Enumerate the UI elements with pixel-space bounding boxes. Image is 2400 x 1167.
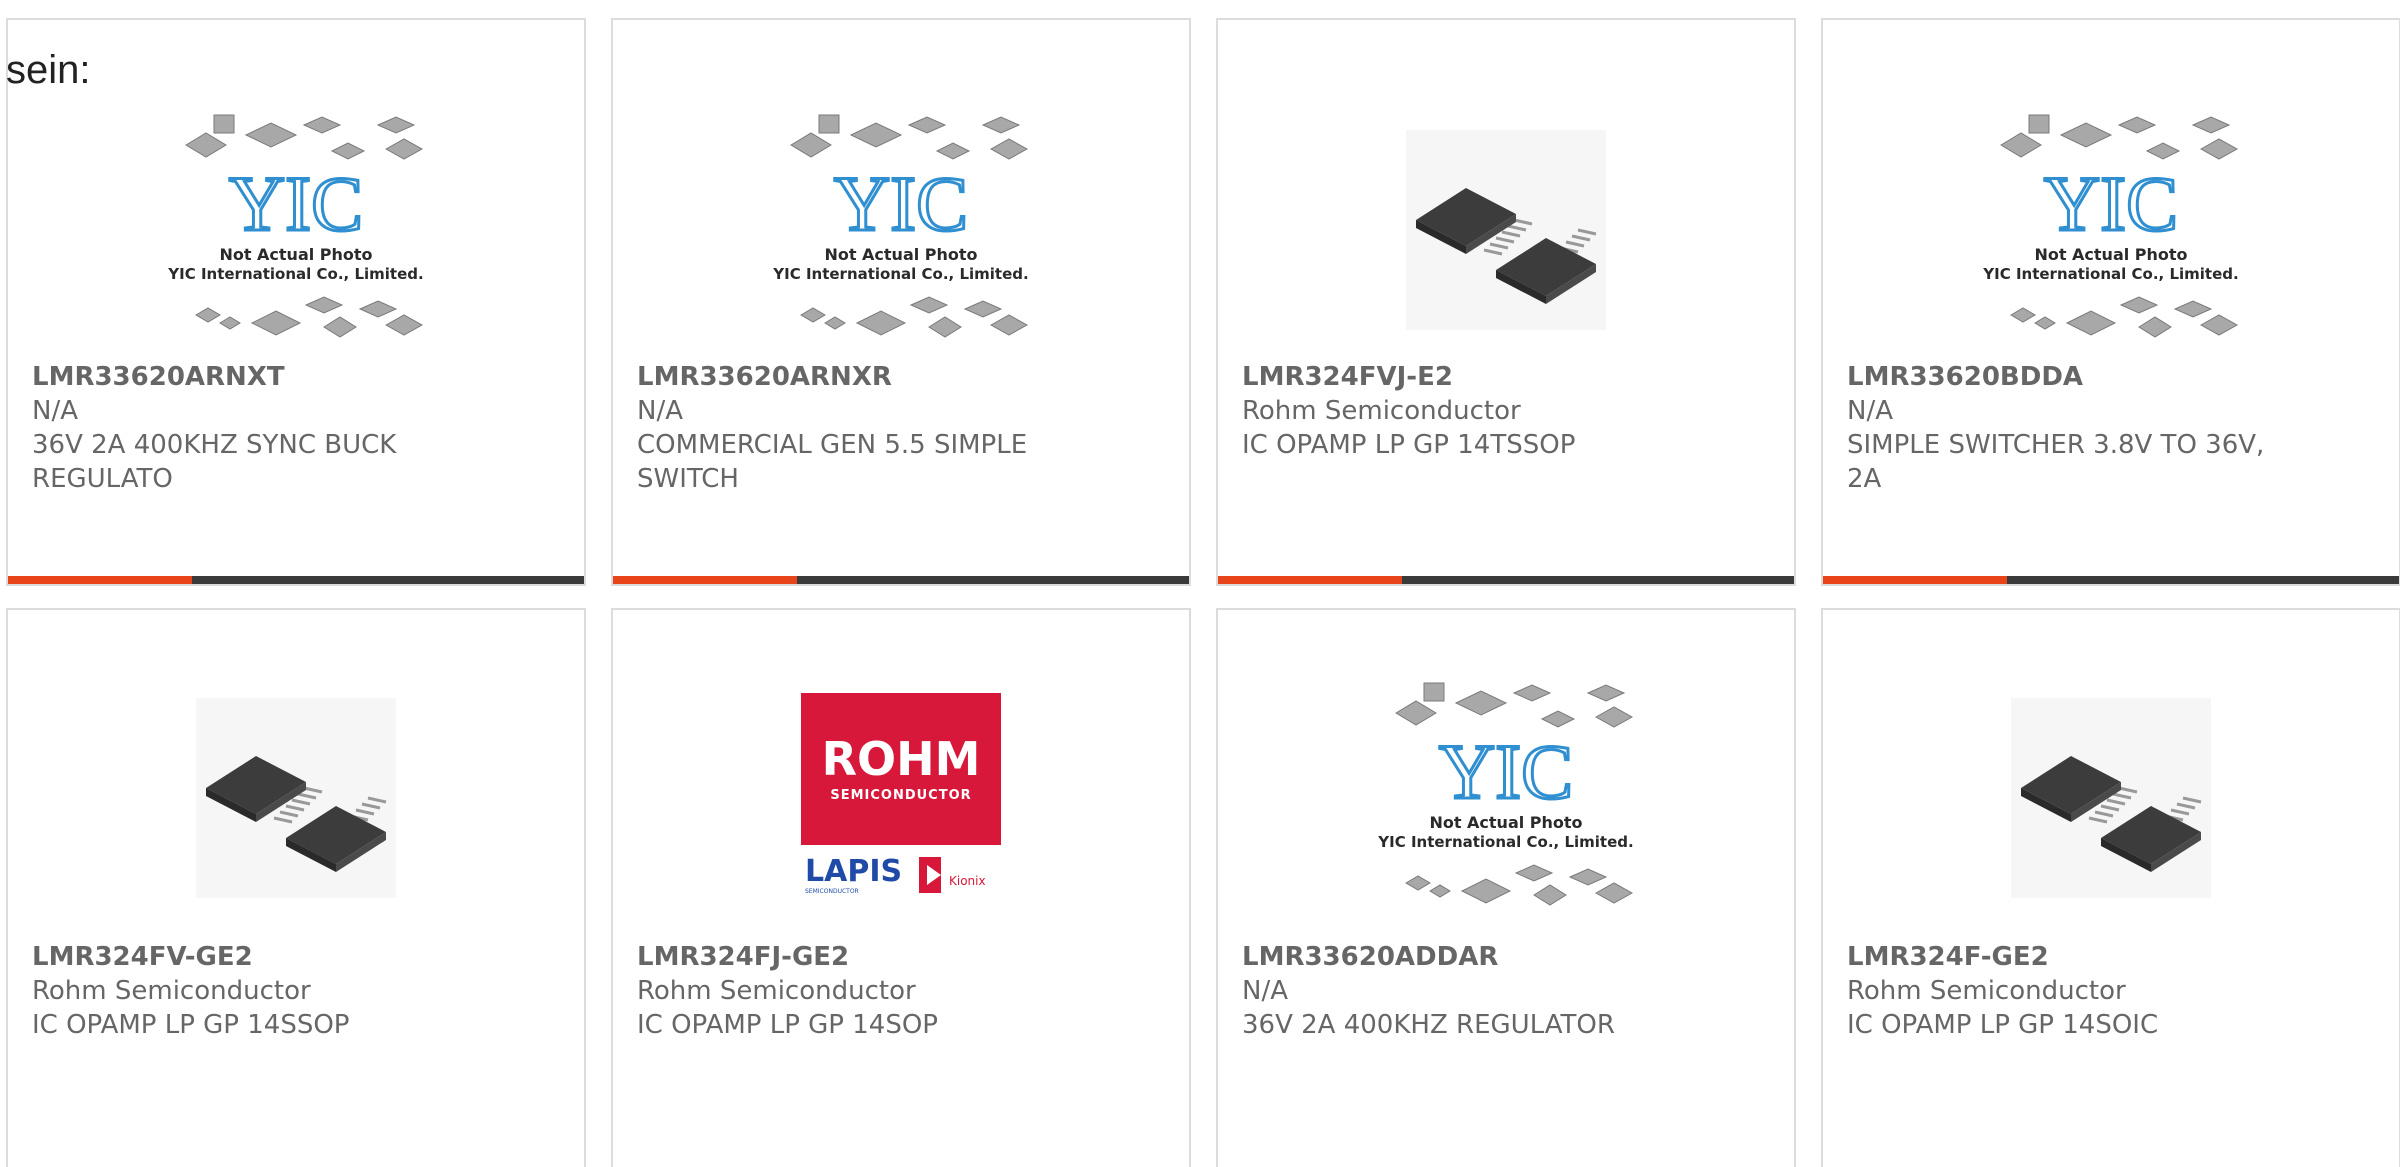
placeholder-photo-icon: YIC Not Actual Photo YIC International C… xyxy=(1982,114,2239,338)
svg-text:Not Actual Photo: Not Actual Photo xyxy=(219,245,372,264)
leadin-text: sein: xyxy=(6,48,91,92)
description: COMMERCIAL GEN 5.5 SIMPLE SWITCH xyxy=(637,430,1028,494)
svg-text:ROHM: ROHM xyxy=(822,732,981,786)
ic-chip-icon xyxy=(196,698,396,898)
card-bar xyxy=(1823,576,2399,584)
placeholder-photo-icon: YIC Not Actual Photo YIC International C… xyxy=(772,114,1029,338)
product-image[interactable]: YIC Not Actual Photo YIC International C… xyxy=(1218,668,1794,928)
manufacturer: Rohm Semiconductor xyxy=(637,976,916,1006)
product-card[interactable]: LMR324F-GE2 Rohm Semiconductor IC OPAMP … xyxy=(1821,608,2400,1167)
description: IC OPAMP LP GP 14SOP xyxy=(637,1010,938,1040)
svg-text:SEMICONDUCTOR: SEMICONDUCTOR xyxy=(830,788,971,803)
card-bar-accent xyxy=(613,576,797,584)
part-number[interactable]: LMR324F-GE2 xyxy=(1847,940,2379,974)
description: SIMPLE SWITCHER 3.8V TO 36V, 2A xyxy=(1847,430,2265,494)
svg-text:Not Actual Photo: Not Actual Photo xyxy=(2034,245,2187,264)
svg-text:LAPIS: LAPIS xyxy=(805,854,902,889)
product-card[interactable]: YIC Not Actual Photo YIC International C… xyxy=(6,18,586,586)
svg-text:YIC International Co., Limited: YIC International Co., Limited. xyxy=(167,265,423,283)
manufacturer: Rohm Semiconductor xyxy=(1242,396,1521,426)
product-card[interactable]: YIC Not Actual Photo YIC International C… xyxy=(1821,18,2400,586)
manufacturer: N/A xyxy=(32,396,78,426)
product-image[interactable] xyxy=(1218,100,1794,360)
placeholder-photo-icon: YIC Not Actual Photo YIC International C… xyxy=(167,114,424,338)
svg-text:YIC: YIC xyxy=(2044,160,2178,247)
product-image[interactable] xyxy=(1823,668,2399,928)
svg-text:Not Actual Photo: Not Actual Photo xyxy=(824,245,977,264)
ic-chip-icon xyxy=(2011,698,2211,898)
product-image[interactable]: YIC Not Actual Photo YIC International C… xyxy=(613,100,1189,360)
product-image[interactable]: ROHM SEMICONDUCTOR LAPIS SEMICONDUCTOR K… xyxy=(613,668,1189,928)
svg-text:Kionix: Kionix xyxy=(949,874,986,888)
product-image[interactable] xyxy=(8,668,584,928)
description: IC OPAMP LP GP 14SOIC xyxy=(1847,1010,2159,1040)
manufacturer: N/A xyxy=(1847,396,1893,426)
rohm-logo-icon: ROHM SEMICONDUCTOR LAPIS SEMICONDUCTOR K… xyxy=(801,693,1001,895)
part-number[interactable]: LMR33620ARNXT xyxy=(32,360,564,394)
ic-chip-icon xyxy=(1406,130,1606,330)
product-image[interactable]: YIC Not Actual Photo YIC International C… xyxy=(8,100,584,360)
card-bar xyxy=(613,576,1189,584)
card-bar-accent xyxy=(8,576,192,584)
part-number[interactable]: LMR33620BDDA xyxy=(1847,360,2379,394)
card-bar-accent xyxy=(1218,576,1402,584)
svg-text:YIC International Co., Limited: YIC International Co., Limited. xyxy=(1982,265,2238,283)
card-bar xyxy=(8,576,584,584)
svg-text:YIC: YIC xyxy=(1439,728,1573,815)
svg-text:YIC: YIC xyxy=(229,160,363,247)
manufacturer: Rohm Semiconductor xyxy=(1847,976,2126,1006)
description: 36V 2A 400KHZ REGULATOR xyxy=(1242,1010,1615,1040)
product-card[interactable]: ROHM SEMICONDUCTOR LAPIS SEMICONDUCTOR K… xyxy=(611,608,1191,1167)
description: 36V 2A 400KHZ SYNC BUCK REGULATO xyxy=(32,430,397,494)
product-card[interactable]: LMR324FV-GE2 Rohm Semiconductor IC OPAMP… xyxy=(6,608,586,1167)
product-card[interactable]: YIC Not Actual Photo YIC International C… xyxy=(1216,608,1796,1167)
description: IC OPAMP LP GP 14SSOP xyxy=(32,1010,350,1040)
placeholder-photo-icon: YIC Not Actual Photo YIC International C… xyxy=(1377,682,1634,906)
product-card[interactable]: LMR324FVJ-E2 Rohm Semiconductor IC OPAMP… xyxy=(1216,18,1796,586)
product-grid: YIC Not Actual Photo YIC International C… xyxy=(6,18,2400,1167)
manufacturer: N/A xyxy=(1242,976,1288,1006)
part-number[interactable]: LMR33620ADDAR xyxy=(1242,940,1774,974)
svg-text:Not Actual Photo: Not Actual Photo xyxy=(1429,813,1582,832)
product-card[interactable]: YIC Not Actual Photo YIC International C… xyxy=(611,18,1191,586)
manufacturer: N/A xyxy=(637,396,683,426)
svg-text:SEMICONDUCTOR: SEMICONDUCTOR xyxy=(805,888,859,895)
part-number[interactable]: LMR33620ARNXR xyxy=(637,360,1169,394)
svg-text:YIC International Co., Limited: YIC International Co., Limited. xyxy=(772,265,1028,283)
description: IC OPAMP LP GP 14TSSOP xyxy=(1242,430,1576,460)
part-number[interactable]: LMR324FJ-GE2 xyxy=(637,940,1169,974)
part-number[interactable]: LMR324FV-GE2 xyxy=(32,940,564,974)
part-number[interactable]: LMR324FVJ-E2 xyxy=(1242,360,1774,394)
svg-text:YIC: YIC xyxy=(834,160,968,247)
card-bar xyxy=(1218,576,1794,584)
svg-text:YIC International Co., Limited: YIC International Co., Limited. xyxy=(1377,833,1633,851)
manufacturer: Rohm Semiconductor xyxy=(32,976,311,1006)
card-bar-accent xyxy=(1823,576,2007,584)
product-image[interactable]: YIC Not Actual Photo YIC International C… xyxy=(1823,100,2399,360)
